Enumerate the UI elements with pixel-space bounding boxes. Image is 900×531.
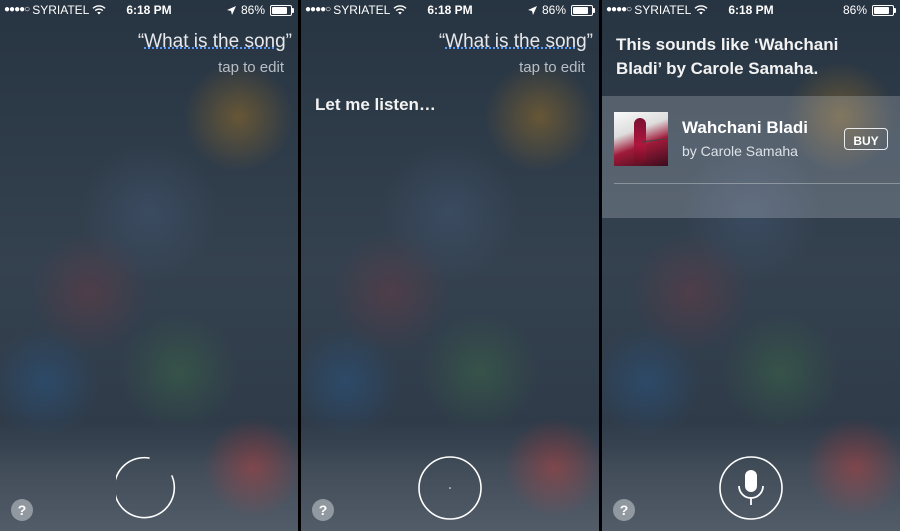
status-bar: ●●●●○ SYRIATEL 6:18 PM 86% [301, 0, 599, 20]
battery-icon [270, 4, 294, 16]
siri-spinner-icon[interactable] [116, 455, 182, 521]
siri-response-text: This sounds like ‘Wahchani Bladi’ by Car… [616, 35, 839, 78]
query-text: What is the song [445, 31, 587, 52]
battery-percent: 86% [842, 3, 867, 17]
status-right-group: 86% [527, 0, 595, 20]
spoken-query[interactable]: “What is the song” [138, 31, 292, 53]
song-result-card[interactable]: Wahchani Bladi by Carole Samaha BUY [602, 96, 900, 218]
tap-to-edit-label[interactable]: tap to edit [218, 59, 284, 76]
siri-screens-strip: ●●●●○ SYRIATEL 6:18 PM 86% “What is the … [0, 0, 900, 531]
help-icon[interactable]: ? [613, 499, 635, 521]
query-close-quote: ” [285, 31, 292, 52]
battery-percent: 86% [240, 3, 265, 17]
tap-to-edit-label[interactable]: tap to edit [519, 59, 585, 76]
battery-percent: 86% [541, 3, 566, 17]
siri-screen-query: ●●●●○ SYRIATEL 6:18 PM 86% “What is the … [0, 0, 298, 531]
status-right-group: 86% [842, 0, 896, 20]
query-close-quote: ” [586, 31, 593, 52]
location-arrow-icon [527, 5, 537, 15]
divider [614, 183, 900, 184]
siri-screen-listening: ●●●●○ SYRIATEL 6:18 PM 86% “What is the … [301, 0, 599, 531]
microphone-icon[interactable] [718, 455, 784, 521]
help-icon[interactable]: ? [11, 499, 33, 521]
help-icon[interactable]: ? [312, 499, 334, 521]
spoken-query[interactable]: “What is the song” [439, 31, 593, 53]
siri-screen-result: ●●●●○ SYRIATEL 6:18 PM 86% This sounds l… [602, 0, 900, 531]
status-bar: ●●●●○ SYRIATEL 6:18 PM 86% [602, 0, 900, 20]
status-right-group: 86% [226, 0, 294, 20]
album-art-image [614, 112, 668, 166]
siri-listening-ring-icon[interactable] [417, 455, 483, 521]
buy-button[interactable]: BUY [844, 128, 888, 150]
song-artist: by Carole Samaha [682, 143, 798, 159]
status-bar: ●●●●○ SYRIATEL 6:18 PM 86% [0, 0, 298, 20]
battery-icon [571, 4, 595, 16]
query-text: What is the song [144, 31, 286, 52]
song-title: Wahchani Bladi [682, 118, 808, 137]
battery-icon [872, 4, 896, 16]
location-arrow-icon [226, 5, 236, 15]
song-row[interactable]: Wahchani Bladi by Carole Samaha BUY [614, 112, 888, 166]
siri-response-text: Let me listen… [315, 95, 436, 114]
